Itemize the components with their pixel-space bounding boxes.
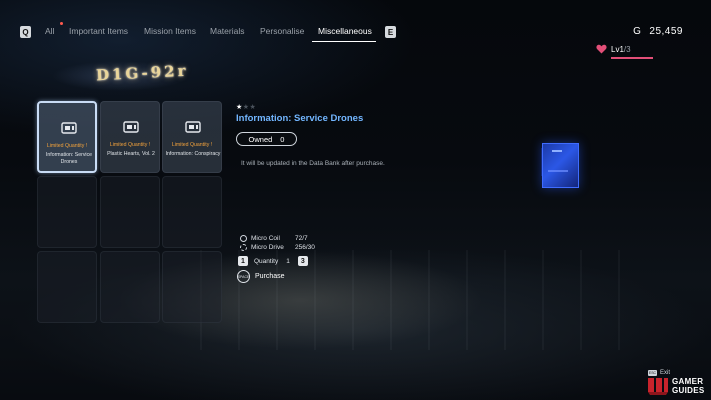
owned-label: Owned xyxy=(248,134,273,144)
watermark-line-1: GAMER xyxy=(672,377,704,386)
gamer-guides-wordmark: GAMER GUIDES xyxy=(672,377,704,395)
shop-level: Lv1/3 xyxy=(596,44,631,54)
tab-materials[interactable]: Materials xyxy=(210,26,244,36)
grid-item-service-drones[interactable]: Limited Quantity ! Information: Service … xyxy=(37,101,97,173)
material-value: 256/30 xyxy=(295,244,315,251)
limited-quantity-label: Limited Quantity ! xyxy=(46,143,88,149)
gamer-guides-logo xyxy=(648,378,668,395)
item-name: Information: Service Drones xyxy=(45,152,93,165)
rarity-star-empty: ★★ xyxy=(242,104,257,111)
rarity-stars: ★★★ xyxy=(236,103,256,111)
rarity-star-filled: ★ xyxy=(236,104,243,111)
shop-sign: D1G-92r xyxy=(40,60,210,92)
level-progress-fill xyxy=(611,57,653,59)
quantity-decrease-key[interactable]: 1 xyxy=(238,256,248,266)
currency-display: G 25,459 xyxy=(633,26,683,37)
active-tab-underline xyxy=(312,41,376,42)
grid-slot-empty xyxy=(162,176,222,248)
data-chip-icon xyxy=(123,121,139,133)
limited-quantity-label: Limited Quantity ! xyxy=(171,142,213,148)
limited-quantity-label: Limited Quantity ! xyxy=(109,142,151,148)
material-value: 72/7 xyxy=(295,235,308,242)
category-tabs: Q All Important Items Mission Items Mate… xyxy=(0,22,711,42)
quantity-label: Quantity xyxy=(254,257,279,265)
grid-item-conspiracy[interactable]: Limited Quantity ! Information: Conspira… xyxy=(162,101,222,173)
prev-tab-key[interactable]: Q xyxy=(20,26,31,38)
micro-drive-icon xyxy=(240,244,247,251)
data-chip-icon xyxy=(185,121,201,133)
material-name: Micro Coil xyxy=(251,235,280,242)
next-tab-key[interactable]: E xyxy=(385,26,396,38)
grid-slot-empty xyxy=(37,176,97,248)
owned-value: 0 xyxy=(280,134,285,144)
tab-miscellaneous[interactable]: Miscellaneous xyxy=(318,26,372,36)
grid-slot-empty xyxy=(162,251,222,323)
grid-item-plastic-hearts[interactable]: Limited Quantity ! Plastic Hearts, Vol. … xyxy=(100,101,160,173)
material-name: Micro Drive xyxy=(251,244,284,251)
watermark-line-2: GUIDES xyxy=(672,386,705,395)
purchase-button[interactable]: SPACE Purchase xyxy=(237,270,285,283)
tab-personalise[interactable]: Personalise xyxy=(260,26,304,36)
currency-amount: 25,459 xyxy=(649,26,683,37)
item-name: Information: Conspiracy xyxy=(165,151,221,157)
material-row-micro-drive: Micro Drive 256/30 xyxy=(240,244,315,251)
item-preview-highlight xyxy=(548,170,568,172)
micro-coil-icon xyxy=(240,235,247,242)
shop-sign-text: D1G-92r xyxy=(95,61,189,85)
quantity-value: 1 xyxy=(286,257,290,265)
purchase-label: Purchase xyxy=(255,273,285,280)
new-indicator-dot xyxy=(60,22,63,25)
item-preview-highlight xyxy=(552,150,562,152)
material-row-micro-coil: Micro Coil 72/7 xyxy=(240,235,308,242)
item-title: Information: Service Drones xyxy=(236,113,364,124)
tab-important-items[interactable]: Important Items xyxy=(69,26,128,36)
grid-slot-empty xyxy=(100,176,160,248)
heart-icon xyxy=(596,44,607,54)
owned-badge: Owned 0 xyxy=(236,132,297,146)
data-chip-icon xyxy=(61,122,77,134)
quantity-increase-key[interactable]: 3 xyxy=(297,256,308,266)
item-name: Plastic Hearts, Vol. 2 xyxy=(107,151,155,157)
currency-symbol: G xyxy=(633,26,642,37)
space-key-icon: SPACE xyxy=(237,270,250,283)
tab-mission-items[interactable]: Mission Items xyxy=(144,26,196,36)
quantity-selector: 1 Quantity 1 3 xyxy=(238,256,308,266)
item-description: It will be updated in the Data Bank afte… xyxy=(241,160,385,167)
level-label: Lv1 xyxy=(611,44,624,54)
grid-slot-empty xyxy=(37,251,97,323)
level-progress-bar xyxy=(611,57,653,59)
level-max: /3 xyxy=(623,44,631,54)
tab-all[interactable]: All xyxy=(45,26,54,36)
grid-slot-empty xyxy=(100,251,160,323)
